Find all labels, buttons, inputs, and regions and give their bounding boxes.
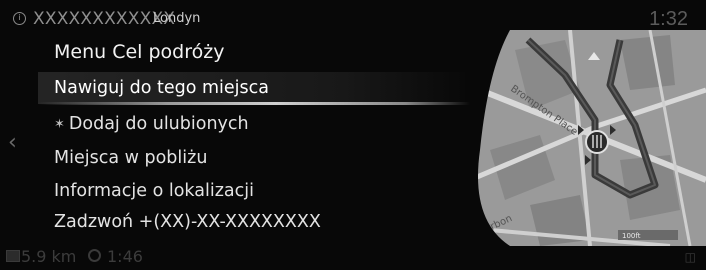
menu-item-nearby[interactable]: Miejsca w pobliżu (38, 142, 470, 174)
bottom-bar: 5.9 km 1:46 ◫ (0, 244, 706, 270)
scale-label: 100ft (622, 232, 641, 240)
map-svg: Brompton Place rbon 100ft (470, 30, 706, 246)
menu-item-label: Dodaj do ulubionych (68, 114, 249, 134)
clock: 1:32 (649, 8, 688, 30)
menu-item-location-info[interactable]: Informacje o lokalizacji (38, 175, 470, 207)
favorite-star-icon: ✶ (54, 117, 65, 132)
menu-heading: Menu Cel podróży (54, 41, 225, 63)
destination-city: Londyn (153, 11, 201, 26)
menu-item-add-favorite[interactable]: ✶ Dodaj do ulubionych (38, 108, 470, 140)
info-icon: i (13, 12, 26, 25)
clock-icon (88, 249, 101, 262)
menu-item-label: Informacje o lokalizacji (54, 181, 254, 201)
navigation-screen: i XXXXXXXXXXXX Londyn 1:32 Menu Cel podr… (0, 0, 706, 270)
menu-item-label: Zadzwoń +(XX)-XX-XXXXXXXX (54, 212, 321, 232)
menu-item-label: Nawiguj do tego miejsca (54, 78, 269, 98)
voice-guidance-icon: ◫ (684, 250, 696, 264)
menu-item-call[interactable]: Zadzwoń +(XX)-XX-XXXXXXXX (38, 206, 470, 238)
remaining-time: 1:46 (107, 247, 143, 266)
map-preview[interactable]: Brompton Place rbon 100ft (470, 30, 706, 246)
selection-underline (38, 102, 470, 105)
flag-icon (6, 250, 20, 262)
remaining-distance: 5.9 km (21, 247, 77, 266)
menu-item-label: Miejsca w pobliżu (54, 148, 208, 168)
chevron-left-icon[interactable]: ‹ (8, 130, 17, 155)
menu-item-navigate[interactable]: Nawiguj do tego miejsca (38, 72, 470, 104)
